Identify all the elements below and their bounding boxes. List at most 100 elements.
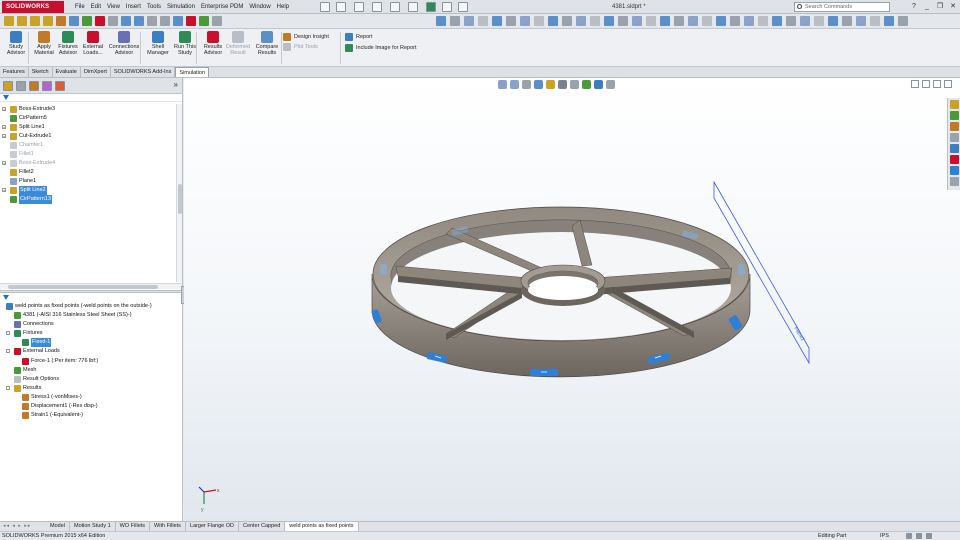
- filter-icon[interactable]: [3, 295, 9, 300]
- options-icon[interactable]: [458, 2, 468, 12]
- new-document-icon[interactable]: [320, 2, 330, 12]
- view-toolbar-icon[interactable]: [464, 16, 474, 26]
- view-front-icon[interactable]: [121, 16, 131, 26]
- view-toolbar-icon[interactable]: [660, 16, 670, 26]
- view-toolbar-icon[interactable]: [772, 16, 782, 26]
- view-toolbar-icon[interactable]: [786, 16, 796, 26]
- tree-item[interactable]: + Split Line1: [0, 123, 176, 132]
- view-toolbar-icon[interactable]: [562, 16, 572, 26]
- tab-features[interactable]: Features: [0, 67, 29, 77]
- tab-evaluate[interactable]: Evaluate: [53, 67, 81, 77]
- view-toolbar-icon[interactable]: [478, 16, 488, 26]
- tree-item[interactable]: CirPattern5: [0, 114, 176, 123]
- tab-scroll-arrows[interactable]: ◂◂ ◂ ▸ ▸▸: [0, 522, 46, 531]
- view-toolbar-icon[interactable]: [436, 16, 446, 26]
- tree-item[interactable]: Force-1 (:Per item: 776 lbf:): [0, 357, 182, 366]
- plot-tools-button[interactable]: Plot Tools: [283, 43, 318, 51]
- view-toolbar-icon[interactable]: [548, 16, 558, 26]
- options-icon[interactable]: [212, 16, 222, 26]
- expand-icon[interactable]: +: [2, 107, 6, 112]
- study-advisor-button[interactable]: Study Advisor: [3, 31, 29, 56]
- tree-item[interactable]: Displacement1 (-Res disp-): [0, 402, 182, 411]
- menu-edit[interactable]: Edit: [88, 0, 104, 14]
- dimxpert-tab-icon[interactable]: [42, 81, 52, 91]
- view-toolbar-icon[interactable]: [898, 16, 908, 26]
- property-manager-tab-icon[interactable]: [16, 81, 26, 91]
- tree-item[interactable]: - External Loads: [0, 347, 182, 356]
- view-toolbar-icon[interactable]: [534, 16, 544, 26]
- expand-icon[interactable]: +: [2, 161, 6, 166]
- include-image-button[interactable]: Include Image for Report: [345, 44, 417, 52]
- tree-item[interactable]: weld points as fixed points (-weld point…: [0, 302, 182, 311]
- expand-icon[interactable]: +: [2, 125, 6, 130]
- notification-icon[interactable]: [916, 533, 922, 539]
- fillet-icon[interactable]: [56, 16, 66, 26]
- report-button[interactable]: Report: [345, 33, 373, 41]
- pan-icon[interactable]: [160, 16, 170, 26]
- tree-item[interactable]: Connections: [0, 320, 182, 329]
- apply-material-button[interactable]: Apply Material: [31, 31, 57, 56]
- deformed-result-button[interactable]: Deformed Result: [225, 31, 251, 56]
- tree-item[interactable]: + Split Line2: [0, 186, 176, 195]
- view-toolbar-icon[interactable]: [506, 16, 516, 26]
- view-toolbar-icon[interactable]: [744, 16, 754, 26]
- tree-item[interactable]: + Boss-Extrude4: [0, 159, 176, 168]
- menu-view[interactable]: View: [104, 0, 123, 14]
- expand-icon[interactable]: +: [2, 188, 6, 193]
- revolve-icon[interactable]: [43, 16, 53, 26]
- view-iso-icon[interactable]: [134, 16, 144, 26]
- tree-item[interactable]: Fillet2: [0, 168, 176, 177]
- rebuild-status-icon[interactable]: [906, 533, 912, 539]
- menu-simulation[interactable]: Simulation: [164, 0, 198, 14]
- file-properties-icon[interactable]: [442, 2, 452, 12]
- tree-item[interactable]: Chamfer1: [0, 141, 176, 150]
- graphics-area[interactable]: Plane1 x y: [184, 78, 960, 521]
- study-tab[interactable]: With Fillets: [150, 522, 186, 531]
- tree-filter[interactable]: [0, 94, 182, 102]
- study-tab[interactable]: WO Fillets: [116, 522, 151, 531]
- study-tab[interactable]: Larger Flange OD: [186, 522, 239, 531]
- feature-tree-scrollbar[interactable]: [176, 104, 182, 282]
- smart-dimension-icon[interactable]: [4, 16, 14, 26]
- display-manager-tab-icon[interactable]: [55, 81, 65, 91]
- model-viewport[interactable]: Plane1 x y: [184, 78, 960, 521]
- fixtures-advisor-button[interactable]: Fixtures Advisor: [55, 31, 81, 56]
- tree-item[interactable]: Mesh: [0, 366, 182, 375]
- study-tab[interactable]: Motion Study 1: [70, 522, 116, 531]
- view-toolbar-icon[interactable]: [632, 16, 642, 26]
- menu-enterprise-pdm[interactable]: Enterprise PDM: [198, 0, 246, 14]
- collapse-icon[interactable]: -: [6, 349, 10, 354]
- view-toolbar-icon[interactable]: [646, 16, 656, 26]
- menu-insert[interactable]: Insert: [123, 0, 144, 14]
- hide-icon[interactable]: [186, 16, 196, 26]
- view-toolbar-icon[interactable]: [800, 16, 810, 26]
- compare-results-button[interactable]: Compare Results: [254, 31, 280, 56]
- view-toolbar-icon[interactable]: [716, 16, 726, 26]
- view-toolbar-icon[interactable]: [828, 16, 838, 26]
- select-icon[interactable]: [408, 2, 418, 12]
- zoom-icon[interactable]: [147, 16, 157, 26]
- tree-item[interactable]: Fillet1: [0, 150, 176, 159]
- tree-item[interactable]: 4381 (-AISI 316 Stainless Steel Sheet (S…: [0, 311, 182, 320]
- collapse-icon[interactable]: -: [6, 385, 10, 390]
- save-icon[interactable]: [354, 2, 364, 12]
- tree-item[interactable]: Stress1 (-vonMises-): [0, 393, 182, 402]
- view-toolbar-icon[interactable]: [492, 16, 502, 26]
- view-toolbar-icon[interactable]: [688, 16, 698, 26]
- tree-item[interactable]: + Cut-Extrude1: [0, 132, 176, 141]
- view-toolbar-icon[interactable]: [604, 16, 614, 26]
- units-menu-icon[interactable]: [926, 533, 932, 539]
- tree-item[interactable]: Result Options: [0, 375, 182, 384]
- tree-item[interactable]: Fixed-1: [0, 338, 182, 348]
- expand-icon[interactable]: +: [2, 134, 6, 139]
- connections-advisor-button[interactable]: Connections Advisor: [106, 31, 142, 56]
- study-tab[interactable]: Model: [46, 522, 70, 531]
- print-icon[interactable]: [372, 2, 382, 12]
- view-toolbar-icon[interactable]: [870, 16, 880, 26]
- menu-help[interactable]: Help: [274, 0, 292, 14]
- filter-icon[interactable]: [3, 95, 9, 100]
- search-icon[interactable]: [797, 4, 802, 9]
- search-input[interactable]: Search Commands: [794, 2, 890, 12]
- tree-item[interactable]: - Results: [0, 384, 182, 393]
- tree-item[interactable]: - Fixtures: [0, 329, 182, 338]
